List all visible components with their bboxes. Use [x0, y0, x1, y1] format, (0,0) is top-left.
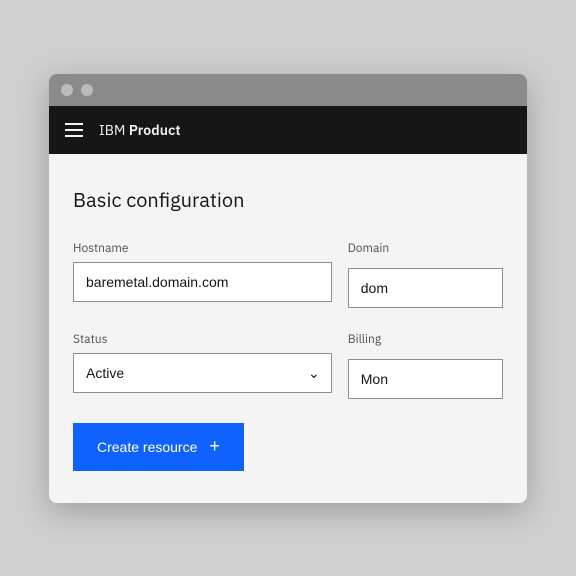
window-titlebar — [49, 74, 527, 106]
app-name: IBM Product — [99, 121, 181, 139]
status-select-wrapper: Active Inactive Pending ⌄ — [73, 353, 332, 393]
topbar: IBM Product — [49, 106, 527, 154]
billing-field-group: Billing — [348, 332, 503, 399]
domain-label: Domain — [348, 241, 503, 256]
hostname-label: Hostname — [73, 241, 332, 256]
billing-input[interactable] — [348, 359, 503, 399]
status-field-group: Status Active Inactive Pending ⌄ — [73, 332, 332, 399]
main-content: Basic configuration Hostname Domain Stat… — [49, 154, 527, 503]
billing-label: Billing — [348, 332, 503, 347]
plus-icon: + — [209, 436, 220, 457]
app-name-bold: Product — [129, 121, 181, 139]
app-name-normal: IBM — [99, 121, 129, 139]
window-minimize-btn[interactable] — [81, 84, 93, 96]
status-select[interactable]: Active Inactive Pending — [73, 353, 332, 393]
status-label: Status — [73, 332, 332, 347]
browser-window: IBM Product Basic configuration Hostname… — [49, 74, 527, 503]
hamburger-menu-icon[interactable] — [65, 123, 83, 137]
form-row-1: Hostname Domain — [73, 241, 503, 308]
create-resource-button[interactable]: Create resource + — [73, 423, 244, 471]
hostname-input[interactable] — [73, 262, 332, 302]
form-row-2: Status Active Inactive Pending ⌄ Billing — [73, 332, 503, 399]
domain-field-group: Domain — [348, 241, 503, 308]
domain-input[interactable] — [348, 268, 503, 308]
page-title: Basic configuration — [73, 186, 503, 213]
create-resource-label: Create resource — [97, 439, 197, 455]
hostname-field-group: Hostname — [73, 241, 332, 308]
window-close-btn[interactable] — [61, 84, 73, 96]
